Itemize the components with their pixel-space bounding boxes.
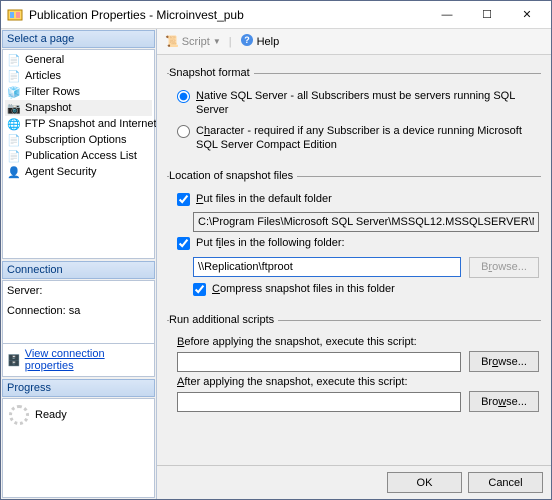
cancel-button[interactable]: Cancel: [468, 472, 543, 493]
check-default-folder[interactable]: Put files in the default folder: [177, 192, 539, 206]
nav-ftp-snapshot[interactable]: 🌐 FTP Snapshot and Internet: [5, 116, 152, 132]
scripts-group: Run additional scripts Before applying t…: [167, 314, 541, 418]
before-script-path[interactable]: [177, 352, 461, 372]
radio-native-label: Native SQL Server - all Subscribers must…: [196, 89, 539, 118]
app-icon: [7, 7, 23, 23]
following-folder-path[interactable]: [193, 257, 461, 277]
minimize-button[interactable]: —: [427, 2, 467, 28]
check-compress-input[interactable]: [193, 283, 206, 296]
close-button[interactable]: ✕: [507, 2, 547, 28]
nav-label: Subscription Options: [25, 134, 127, 146]
progress-box: Ready: [2, 398, 155, 498]
check-following-folder[interactable]: Put files in the following folder:: [177, 236, 539, 250]
radio-character[interactable]: Character - required if any Subscriber i…: [177, 124, 539, 153]
check-following-label: Put files in the following folder:: [196, 236, 345, 250]
camera-icon: 📷: [7, 101, 21, 115]
page-icon: 📄: [7, 133, 21, 147]
view-connection-properties-link[interactable]: View connection properties: [25, 348, 150, 372]
nav-agent-security[interactable]: 👤 Agent Security: [5, 164, 152, 180]
connection-box: Server: Connection: sa: [2, 280, 155, 344]
radio-character-label: Character - required if any Subscriber i…: [196, 124, 539, 153]
check-following-input[interactable]: [177, 237, 190, 250]
select-page-header: Select a page: [2, 30, 155, 48]
radio-native-input[interactable]: [177, 90, 190, 103]
chevron-down-icon: ▼: [213, 37, 221, 46]
page-list: 📄 General 📄 Articles 🧊 Filter Rows 📷 Sna…: [2, 49, 155, 259]
snapshot-format-legend: Snapshot format: [169, 67, 254, 79]
content: Select a page 📄 General 📄 Articles 🧊 Fil…: [1, 29, 551, 499]
nav-label: Publication Access List: [25, 150, 137, 162]
nav-label: Filter Rows: [25, 86, 80, 98]
server-label: Server:: [5, 283, 152, 303]
nav-publication-access[interactable]: 📄 Publication Access List: [5, 148, 152, 164]
progress-status: Ready: [35, 409, 67, 421]
ok-button[interactable]: OK: [387, 472, 462, 493]
spinner-icon: [9, 405, 29, 425]
view-conn-row: 🗄️ View connection properties: [2, 344, 155, 377]
check-compress-label: Compress snapshot files in this folder: [212, 282, 395, 296]
nav-label: Snapshot: [25, 102, 71, 114]
after-script-path[interactable]: [177, 392, 461, 412]
check-compress[interactable]: Compress snapshot files in this folder: [193, 282, 539, 296]
location-group: Location of snapshot files Put files in …: [167, 170, 541, 304]
globe-icon: 🌐: [7, 117, 21, 131]
nav-snapshot[interactable]: 📷 Snapshot: [5, 100, 152, 116]
location-legend: Location of snapshot files: [169, 170, 297, 182]
sidebar: Select a page 📄 General 📄 Articles 🧊 Fil…: [1, 29, 156, 499]
nav-filter-rows[interactable]: 🧊 Filter Rows: [5, 84, 152, 100]
agent-icon: 👤: [7, 165, 21, 179]
nav-general[interactable]: 📄 General: [5, 52, 152, 68]
connection-label: Connection: sa: [5, 303, 152, 319]
svg-text:?: ?: [244, 35, 250, 45]
script-button[interactable]: 📜 Script ▼: [161, 33, 225, 50]
window-buttons: — ☐ ✕: [427, 2, 547, 28]
browse-before-button[interactable]: Browse...: [469, 351, 539, 372]
connection-header: Connection: [2, 261, 155, 279]
nav-label: Articles: [25, 70, 61, 82]
panel-body: Snapshot format Native SQL Server - all …: [157, 55, 551, 465]
check-default-label: Put files in the default folder: [196, 192, 332, 206]
help-label: Help: [257, 36, 280, 48]
radio-character-input[interactable]: [177, 125, 190, 138]
maximize-button[interactable]: ☐: [467, 2, 507, 28]
browse-following-button: Browse...: [469, 257, 539, 278]
check-default-input[interactable]: [177, 193, 190, 206]
main-pane: 📜 Script ▼ | ? Help Snapshot format: [156, 29, 551, 499]
snapshot-format-group: Snapshot format Native SQL Server - all …: [167, 67, 541, 160]
help-icon: ?: [240, 33, 254, 50]
page-icon: 📄: [7, 149, 21, 163]
nav-label: FTP Snapshot and Internet: [25, 118, 157, 130]
script-icon: 📜: [165, 35, 179, 48]
before-script-label: Before applying the snapshot, execute th…: [177, 336, 539, 348]
nav-subscription-options[interactable]: 📄 Subscription Options: [5, 132, 152, 148]
default-folder-path: [193, 212, 539, 232]
window-title: Publication Properties - Microinvest_pub: [29, 8, 427, 22]
properties-icon: 🗄️: [7, 354, 21, 367]
page-icon: 📄: [7, 69, 21, 83]
toolbar: 📜 Script ▼ | ? Help: [157, 29, 551, 55]
scripts-legend: Run additional scripts: [169, 314, 278, 326]
filter-icon: 🧊: [7, 85, 21, 99]
help-button[interactable]: ? Help: [236, 31, 284, 52]
nav-articles[interactable]: 📄 Articles: [5, 68, 152, 84]
after-script-label: After applying the snapshot, execute thi…: [177, 376, 539, 388]
titlebar: Publication Properties - Microinvest_pub…: [1, 1, 551, 29]
browse-after-button[interactable]: Browse...: [469, 391, 539, 412]
page-icon: 📄: [7, 53, 21, 67]
nav-label: General: [25, 54, 64, 66]
nav-label: Agent Security: [25, 166, 97, 178]
window: Publication Properties - Microinvest_pub…: [0, 0, 552, 500]
script-label: Script: [182, 36, 210, 48]
button-bar: OK Cancel: [157, 465, 551, 499]
progress-header: Progress: [2, 379, 155, 397]
radio-native[interactable]: Native SQL Server - all Subscribers must…: [177, 89, 539, 118]
